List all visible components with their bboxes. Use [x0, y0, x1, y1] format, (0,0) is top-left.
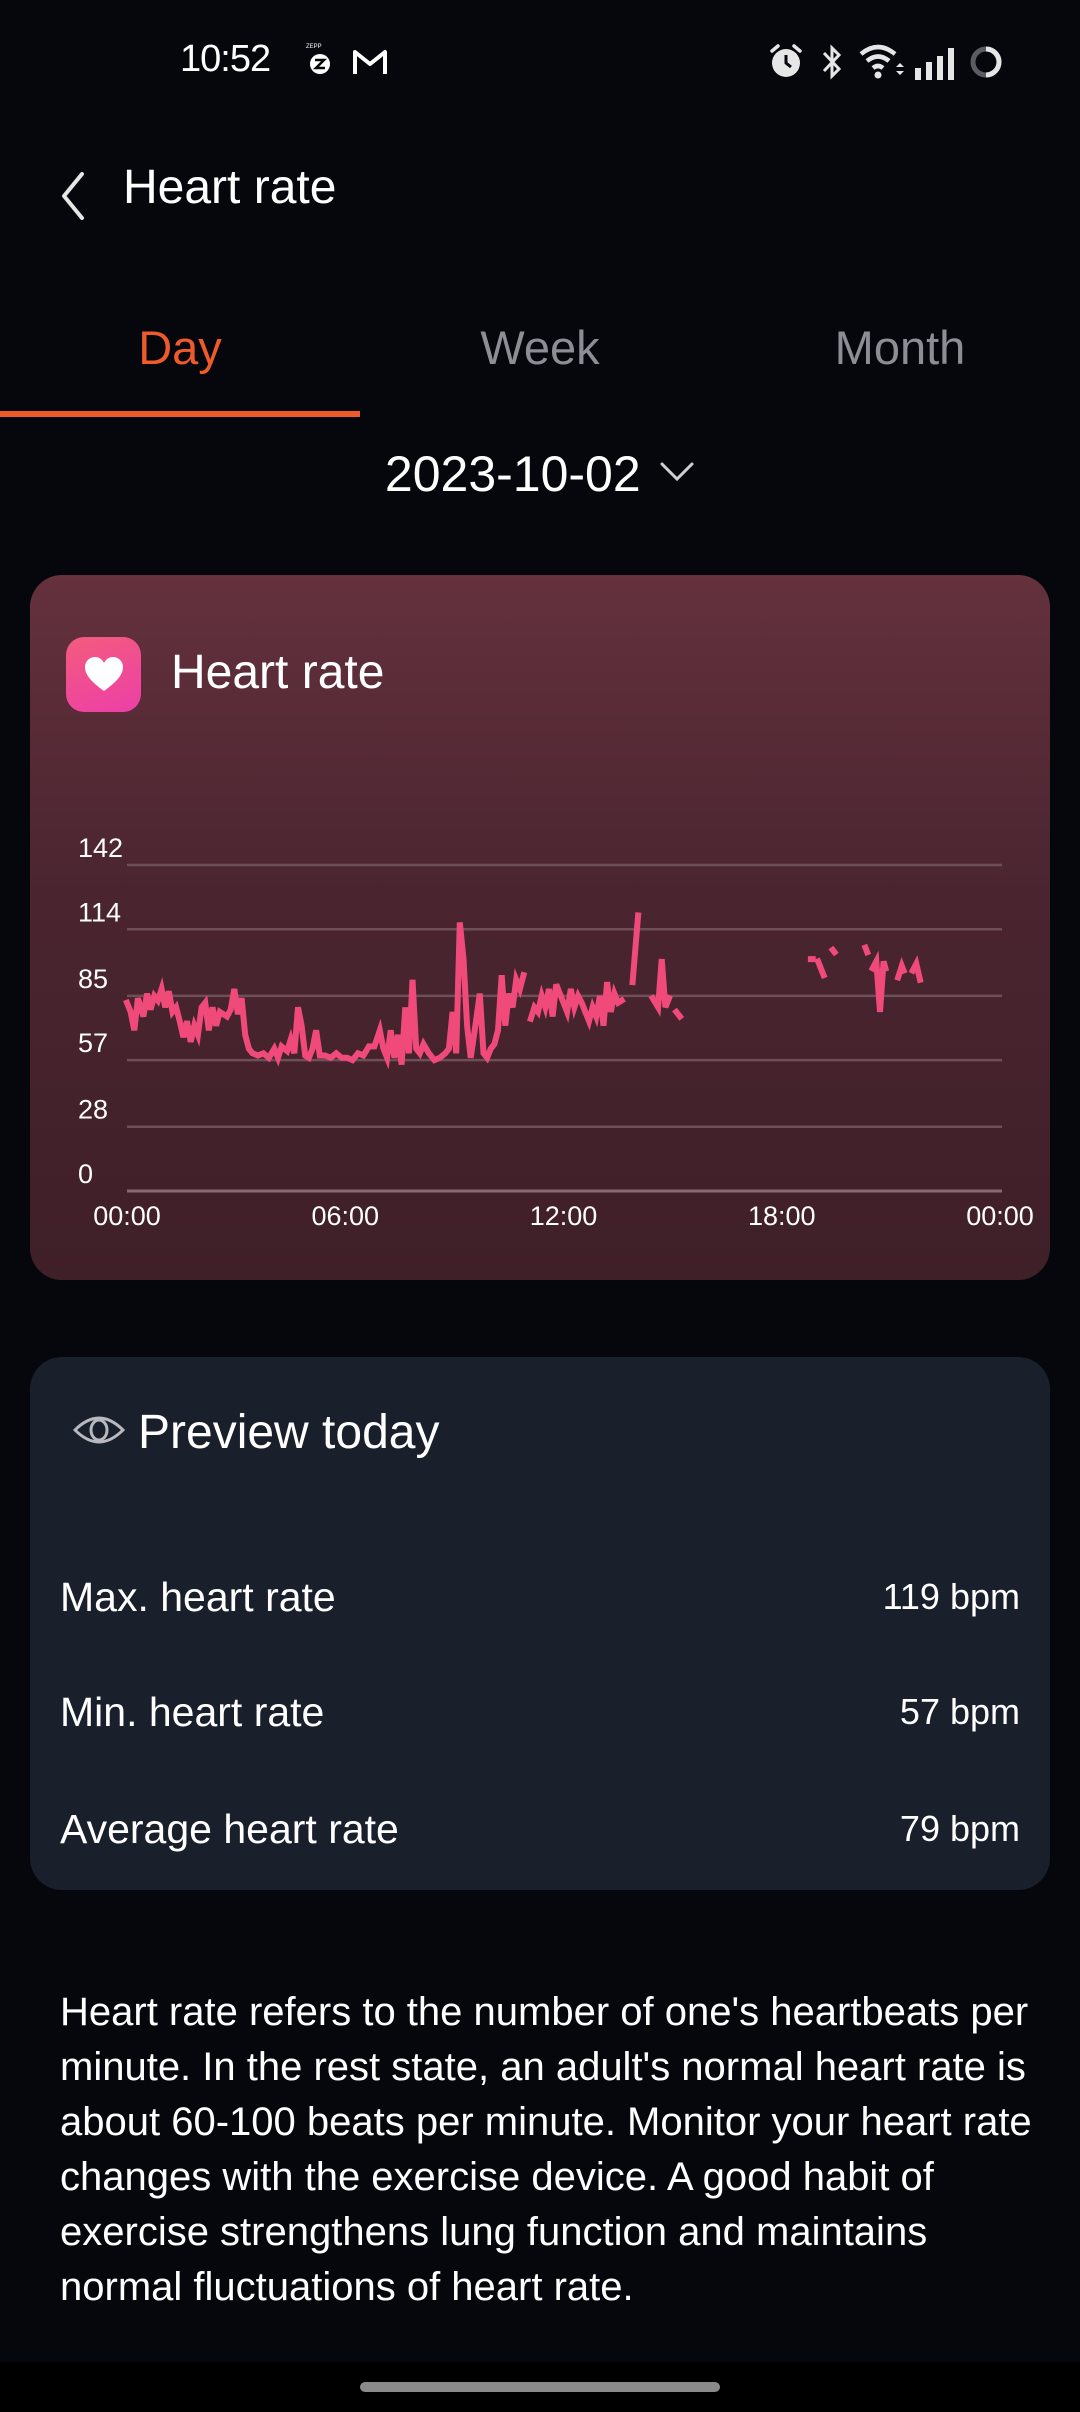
- home-indicator[interactable]: [360, 2382, 720, 2392]
- stat-row-min: Min. heart rate 57 bpm: [60, 1677, 1020, 1747]
- stat-value: 79 bpm: [899, 1808, 1020, 1849]
- x-tick-label: 06:00: [311, 1201, 379, 1231]
- series-line-segment: [123, 922, 528, 1070]
- stat-row-average: Average heart rate 79 bpm: [60, 1794, 1020, 1864]
- heart-rate-description: Heart rate refers to the number of one's…: [60, 1990, 1032, 2309]
- svg-text:ZEPP: ZEPP: [306, 44, 322, 50]
- heart-rate-chart[interactable]: 0 28 57 85 114 142 00:00 06:00 12:00 18:00 00:00: [30, 575, 1050, 1280]
- stat-label: Max. heart rate: [60, 1573, 336, 1620]
- stat-label: Min. heart rate: [60, 1688, 325, 1735]
- heart-rate-card: Heart rate 0 28 57 85 114 142 00:00 06:00 12:00…: [30, 575, 1050, 1280]
- date-picker[interactable]: 2023-10-02: [0, 445, 1080, 525]
- chart-gridlines: [127, 863, 1002, 1193]
- status-bar: 10:52 ZEPP: [0, 0, 1080, 130]
- preview-title: Preview today: [138, 1405, 440, 1459]
- preview-header: Preview today: [72, 1397, 439, 1467]
- alarm-icon: [768, 42, 804, 85]
- series-line-segment: [868, 950, 890, 1013]
- y-tick-label: 57: [78, 1028, 108, 1058]
- preview-today-card: Preview today Max. heart rate 119 bpm Mi…: [30, 1357, 1050, 1890]
- y-tick-label: 85: [78, 964, 108, 994]
- chart-series: [123, 912, 924, 1070]
- tab-week[interactable]: Week: [360, 300, 720, 420]
- y-tick-label: 28: [78, 1095, 108, 1125]
- gmail-icon: [352, 48, 388, 81]
- y-tick-label: 114: [78, 897, 121, 927]
- x-tick-label: 00:00: [966, 1201, 1034, 1231]
- y-tick-label: 0: [78, 1159, 93, 1189]
- stat-value: 119 bpm: [882, 1576, 1020, 1617]
- y-tick-label: 142: [78, 833, 123, 863]
- wifi-icon: [858, 42, 906, 85]
- stat-row-max: Max. heart rate 119 bpm: [60, 1562, 1020, 1632]
- navigation-bar: [0, 2362, 1080, 2412]
- signal-icon: [915, 46, 959, 85]
- x-tick-label: 12:00: [530, 1201, 598, 1231]
- stat-value: 57 bpm: [899, 1691, 1020, 1732]
- page-title: Heart rate: [123, 161, 337, 214]
- x-axis-ticks: 00:00 06:00 12:00 18:00 00:00: [93, 1201, 1034, 1231]
- period-tabs: Day Week Month: [0, 300, 1080, 420]
- series-line-segment: [648, 958, 673, 1017]
- tab-day[interactable]: Day: [0, 300, 360, 420]
- chevron-left-icon: [62, 172, 84, 220]
- battery-ring-icon: [968, 44, 1004, 85]
- series-line-segment: [894, 957, 908, 982]
- x-tick-label: 00:00: [93, 1201, 161, 1231]
- eye-icon: [72, 1412, 126, 1453]
- date-value: 2023-10-02: [384, 446, 641, 502]
- x-tick-label: 18:00: [748, 1201, 816, 1231]
- chevron-down-icon: [659, 460, 695, 489]
- series-line-segment: [828, 945, 839, 957]
- zepp-notification-icon: ZEPP: [305, 40, 335, 81]
- status-time: 10:52: [180, 38, 271, 80]
- stat-label: Average heart rate: [60, 1805, 399, 1852]
- back-button[interactable]: [52, 160, 102, 220]
- y-axis-ticks: 0 28 57 85 114 142: [78, 833, 123, 1189]
- tab-indicator: [0, 411, 360, 417]
- series-line-segment: [814, 957, 828, 980]
- bluetooth-icon: [820, 42, 844, 87]
- series-line-segment: [908, 955, 924, 984]
- series-line-segment: [672, 1007, 685, 1021]
- series-line-segment: [861, 943, 872, 957]
- app-header: Heart rate: [0, 150, 1080, 230]
- series-line-segment: [629, 912, 642, 986]
- series-line-segment: [527, 981, 626, 1031]
- tab-month[interactable]: Month: [720, 300, 1080, 420]
